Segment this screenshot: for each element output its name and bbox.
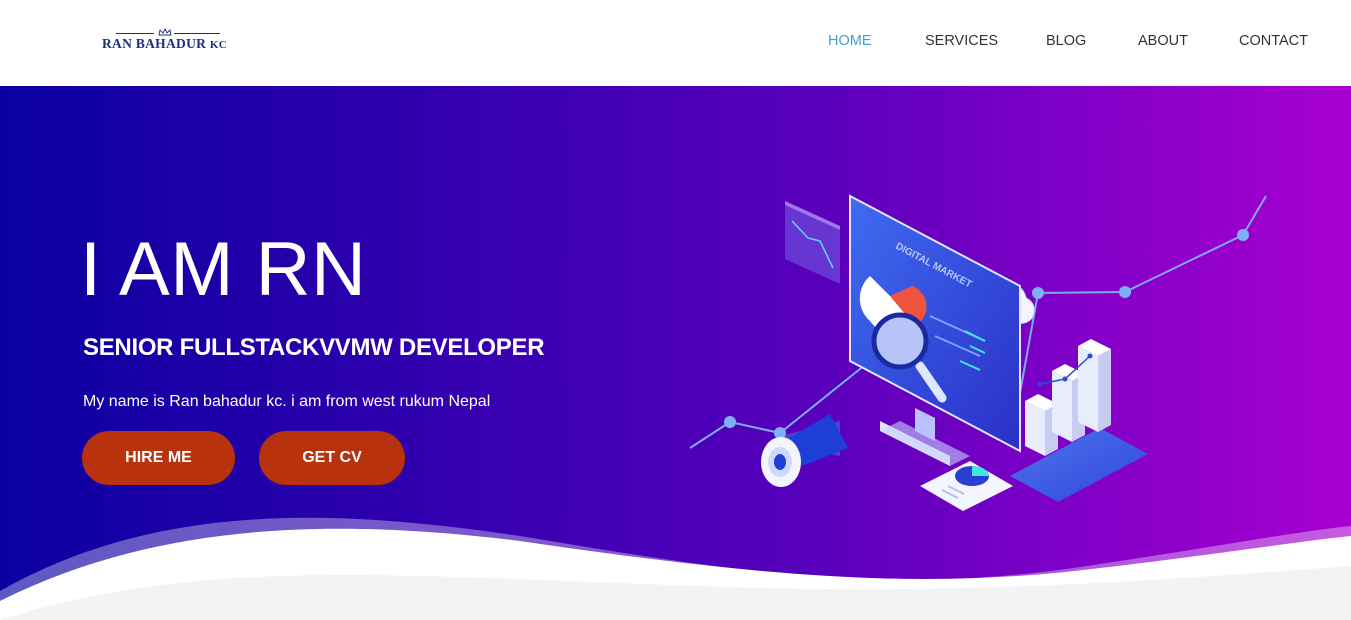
- crown-icon: [158, 28, 172, 36]
- site-header: RAN BAHADUR KC HOME SERVICES BLOG ABOUT …: [0, 0, 1351, 86]
- get-cv-button[interactable]: GET CV: [259, 431, 405, 485]
- site-logo[interactable]: RAN BAHADUR KC: [102, 28, 238, 52]
- hire-me-button[interactable]: HIRE ME: [82, 431, 235, 485]
- hero-subtitle: SENIOR FULLSTACKVVMW DEVELOPER: [83, 334, 545, 361]
- hero-title: I AM RN: [80, 227, 367, 312]
- nav-about[interactable]: ABOUT: [1138, 33, 1188, 53]
- logo-rule-right: [174, 33, 220, 34]
- logo-text: RAN BAHADUR KC: [102, 36, 227, 52]
- logo-name: RAN BAHADUR: [102, 36, 207, 51]
- nav-blog[interactable]: BLOG: [1046, 33, 1086, 53]
- hero-section: DIGITAL MARKET I AM RN SENIOR FULLSTACKV…: [0, 86, 1351, 620]
- nav-contact[interactable]: CONTACT: [1239, 33, 1308, 53]
- nav-home[interactable]: HOME: [828, 33, 872, 53]
- logo-rule-left: [116, 33, 154, 34]
- nav-services[interactable]: SERVICES: [925, 33, 998, 53]
- logo-suffix: KC: [209, 39, 227, 51]
- hero-description: My name is Ran bahadur kc. i am from wes…: [83, 393, 491, 410]
